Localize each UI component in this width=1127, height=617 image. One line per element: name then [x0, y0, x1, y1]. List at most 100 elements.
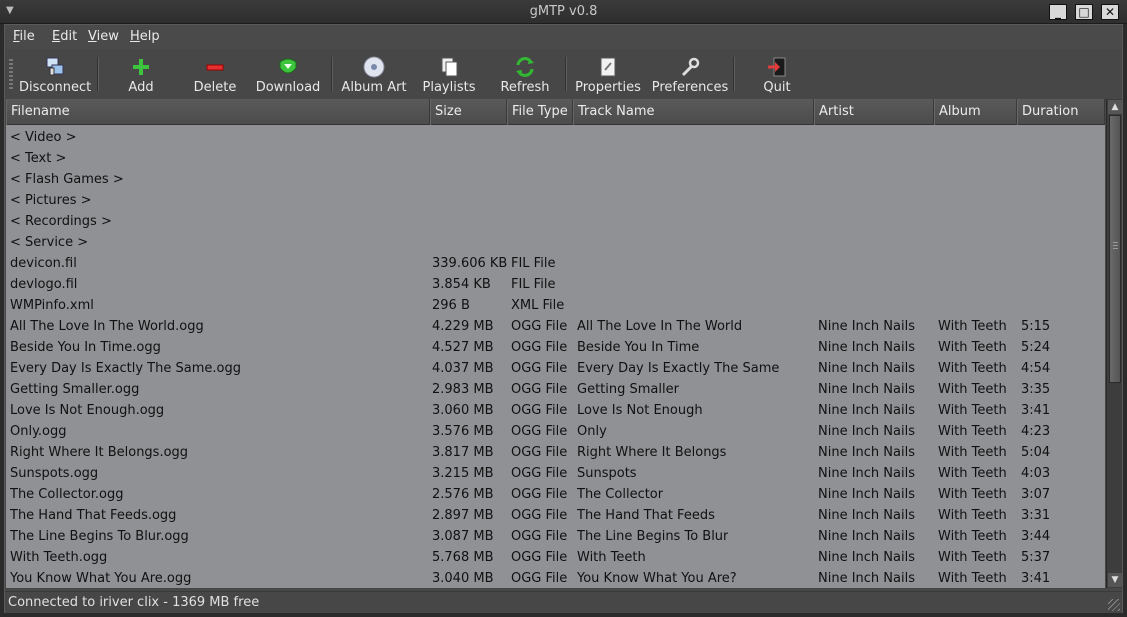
table-row[interactable]: Getting Smaller.ogg 2.983 MB OGG File Getti…	[6, 379, 1105, 400]
cell-artist: Nine Inch Nails	[818, 466, 915, 481]
cell-file-type: OGG File	[511, 571, 568, 586]
table-row[interactable]: Every Day Is Exactly The Same.ogg 4.037 M…	[6, 358, 1105, 379]
table-row[interactable]: < Video >	[6, 127, 1105, 148]
cell-artist: Nine Inch Nails	[818, 508, 915, 523]
file-list[interactable]: Filename Size File Type Track Name Artis…	[6, 99, 1105, 588]
table-row[interactable]: Only.ogg 3.576 MB OGG File Only Nine Inch Na…	[6, 421, 1105, 442]
table-row[interactable]: All The Love In The World.ogg 4.229 MB OGG…	[6, 316, 1105, 337]
cell-filename: Every Day Is Exactly The Same.ogg	[10, 361, 241, 376]
table-row[interactable]: devlogo.fil 3.854 KB FIL File	[6, 274, 1105, 295]
cell-filename: devicon.fil	[10, 256, 77, 271]
table-row[interactable]: devicon.fil 339.606 KB FIL File	[6, 253, 1105, 274]
column-header-duration[interactable]: Duration	[1017, 99, 1105, 125]
cell-filename: Beside You In Time.ogg	[10, 340, 161, 355]
cell-artist: Nine Inch Nails	[818, 382, 915, 397]
table-row[interactable]: Sunspots.ogg 3.215 MB OGG File Sunspots Nine…	[6, 463, 1105, 484]
table-row[interactable]: Beside You In Time.ogg 4.527 MB OGG File Be…	[6, 337, 1105, 358]
toolbar-separator	[565, 57, 567, 91]
cell-duration: 4:23	[1021, 424, 1051, 439]
column-header-filename[interactable]: Filename	[6, 99, 430, 125]
cell-filename: You Know What You Are.ogg	[10, 571, 192, 586]
add-icon	[133, 59, 149, 75]
cell-size: 3.854 KB	[432, 277, 491, 292]
delete-button[interactable]: Delete	[185, 51, 245, 97]
table-row[interactable]: The Line Begins To Blur.ogg 3.087 MB OGG F…	[6, 526, 1105, 547]
title-bar: ▼ gMTP v0.8 _ □ ✕	[0, 0, 1127, 24]
cell-file-type: OGG File	[511, 382, 568, 397]
cell-filename: With Teeth.ogg	[10, 550, 108, 565]
resize-grip-icon[interactable]	[1108, 599, 1120, 611]
cell-filename: < Text >	[10, 151, 67, 166]
column-header-track-name[interactable]: Track Name	[573, 99, 814, 125]
table-row[interactable]: < Text >	[6, 148, 1105, 169]
download-button[interactable]: Download	[253, 51, 323, 97]
table-row[interactable]: < Pictures >	[6, 190, 1105, 211]
cell-duration: 5:24	[1021, 340, 1051, 355]
table-row[interactable]: The Collector.ogg 2.576 MB OGG File The Col…	[6, 484, 1105, 505]
table-row[interactable]: Love Is Not Enough.ogg 3.060 MB OGG File Lo…	[6, 400, 1105, 421]
scroll-down-icon[interactable]: ▼	[1108, 573, 1122, 587]
cell-file-type: FIL File	[511, 277, 556, 292]
cell-track-name: Right Where It Belongs	[577, 445, 727, 460]
menu-edit[interactable]: Edit	[52, 29, 77, 44]
cell-filename: < Pictures >	[10, 193, 92, 208]
disconnect-button[interactable]: Disconnect	[19, 51, 91, 97]
cell-album: With Teeth	[938, 424, 1007, 439]
delete-icon	[206, 64, 224, 71]
playlist-icon	[441, 57, 458, 77]
table-row[interactable]: < Recordings >	[6, 211, 1105, 232]
cell-filename: Only.ogg	[10, 424, 67, 439]
column-header-file-type[interactable]: File Type	[507, 99, 573, 125]
column-header-album[interactable]: Album	[934, 99, 1017, 125]
refresh-button[interactable]: Refresh	[495, 51, 555, 97]
maximize-button[interactable]: □	[1075, 4, 1093, 20]
table-row[interactable]: WMPinfo.xml 296 B XML File	[6, 295, 1105, 316]
cell-duration: 3:07	[1021, 487, 1051, 502]
table-row[interactable]: The Hand That Feeds.ogg 2.897 MB OGG File T…	[6, 505, 1105, 526]
column-header-artist[interactable]: Artist	[814, 99, 934, 125]
table-row[interactable]: < Service >	[6, 232, 1105, 253]
cell-filename: Getting Smaller.ogg	[10, 382, 140, 397]
minimize-button[interactable]: _	[1049, 4, 1067, 20]
playlists-button[interactable]: Playlists	[419, 51, 479, 97]
cell-filename: Sunspots.ogg	[10, 466, 99, 481]
cell-artist: Nine Inch Nails	[818, 361, 915, 376]
cell-album: With Teeth	[938, 529, 1007, 544]
cell-file-type: OGG File	[511, 529, 568, 544]
cell-artist: Nine Inch Nails	[818, 550, 915, 565]
album-art-button[interactable]: Album Art	[341, 51, 407, 97]
scrollbar-thumb[interactable]	[1109, 115, 1121, 383]
preferences-button[interactable]: Preferences	[649, 51, 731, 97]
cell-size: 3.576 MB	[432, 424, 494, 439]
menu-view[interactable]: View	[88, 29, 119, 44]
table-row[interactable]: Right Where It Belongs.ogg 3.817 MB OGG Fi…	[6, 442, 1105, 463]
properties-button[interactable]: Properties	[575, 51, 641, 97]
toolbar-grip[interactable]	[9, 59, 13, 89]
cell-track-name: The Collector	[577, 487, 664, 502]
table-row[interactable]: You Know What You Are.ogg 3.040 MB OGG Fil…	[6, 568, 1105, 588]
cell-size: 296 B	[432, 298, 470, 313]
cell-duration: 3:41	[1021, 403, 1051, 418]
menu-help[interactable]: Help	[130, 29, 160, 44]
vertical-scrollbar[interactable]: ▲ ▼	[1106, 99, 1122, 588]
cell-artist: Nine Inch Nails	[818, 445, 915, 460]
column-header-size[interactable]: Size	[430, 99, 507, 125]
cell-artist: Nine Inch Nails	[818, 529, 915, 544]
cell-track-name: The Line Begins To Blur	[577, 529, 729, 544]
quit-button[interactable]: Quit	[749, 51, 805, 97]
add-button[interactable]: Add	[111, 51, 171, 97]
cell-filename: The Hand That Feeds.ogg	[10, 508, 177, 523]
cell-duration: 4:54	[1021, 361, 1051, 376]
status-bar: Connected to iriver clix - 1369 MB free	[5, 591, 1122, 613]
scroll-up-icon[interactable]: ▲	[1108, 100, 1122, 114]
cell-size: 3.087 MB	[432, 529, 494, 544]
cell-duration: 5:15	[1021, 319, 1051, 334]
table-row[interactable]: < Flash Games >	[6, 169, 1105, 190]
table-row[interactable]: With Teeth.ogg 5.768 MB OGG File With Teeth…	[6, 547, 1105, 568]
cell-filename: The Line Begins To Blur.ogg	[10, 529, 189, 544]
menu-file[interactable]: File	[13, 29, 35, 44]
cell-file-type: OGG File	[511, 403, 568, 418]
cd-icon	[363, 56, 385, 78]
close-button[interactable]: ✕	[1101, 4, 1119, 20]
cell-artist: Nine Inch Nails	[818, 571, 915, 586]
